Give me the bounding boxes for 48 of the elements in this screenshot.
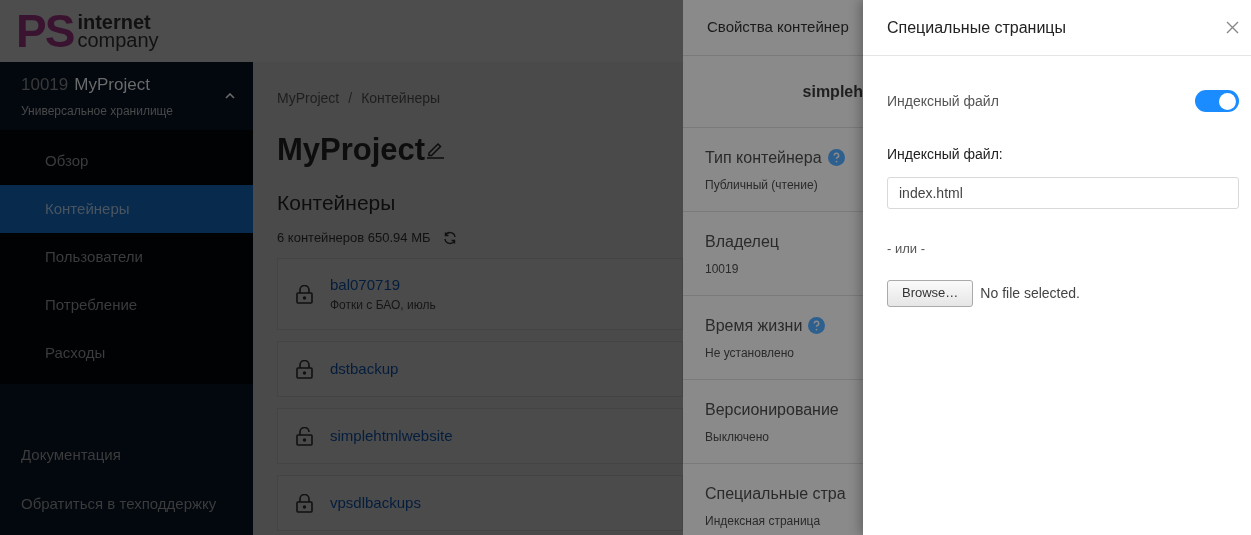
property-value: Индексная страница xyxy=(705,512,822,530)
project-name: MyProject xyxy=(74,74,150,97)
section-title: Контейнеры xyxy=(277,190,397,216)
container-card[interactable]: dstbackup xyxy=(277,341,683,397)
close-icon[interactable] xyxy=(1226,21,1239,34)
sidebar-link[interactable]: Документация xyxy=(0,431,253,480)
property-label: Владелец xyxy=(705,231,779,252)
breadcrumb-separator: / xyxy=(348,88,353,108)
panel-title: Специальные страницы xyxy=(887,17,1067,38)
field-label: Индексный файл: xyxy=(887,145,1004,164)
property-label: Версионирование xyxy=(705,399,839,420)
property-value: Не установлено xyxy=(705,344,795,362)
property-value: 10019 xyxy=(705,260,740,278)
property-label: Тип контейнера xyxy=(705,147,822,168)
index-file-field[interactable]: index.html xyxy=(887,177,1239,209)
container-card[interactable]: simplehtmlwebsite xyxy=(277,408,683,464)
logo-text: company xyxy=(77,31,159,49)
edit-icon[interactable] xyxy=(425,141,446,159)
container-link[interactable]: bal070719 xyxy=(330,273,436,297)
help-icon[interactable] xyxy=(808,317,826,334)
page-title: MyProject xyxy=(277,131,426,169)
sidebar-item[interactable]: Контейнеры xyxy=(0,185,253,233)
toggle-switch[interactable] xyxy=(1195,90,1239,112)
sidebar-item[interactable]: Обзор xyxy=(0,137,253,185)
panel-title: Свойства контейнер xyxy=(707,17,849,38)
sidebar-link[interactable]: Обратиться в техподдержку xyxy=(0,480,253,529)
project-type: Универсальное хранилище xyxy=(21,102,174,120)
logo-mark: PS xyxy=(16,8,74,54)
sidebar-item[interactable]: Потребление xyxy=(0,281,253,329)
container-link[interactable]: simplehtmlwebsite xyxy=(330,424,453,448)
sidebar-item[interactable]: Пользователи xyxy=(0,233,253,281)
toggle-label: Индексный файл xyxy=(887,91,999,111)
container-link[interactable]: vpsdlbackups xyxy=(330,491,421,515)
container-name: simpleh xyxy=(802,81,863,102)
browse-button[interactable]: Browse… xyxy=(887,279,974,307)
container-summary: 6 контейнеров 650.94 МБ xyxy=(277,229,431,248)
property-label: Время жизни xyxy=(705,315,803,336)
property-value: Выключено xyxy=(705,428,770,446)
property-label: Специальные стра xyxy=(705,483,846,504)
container-card[interactable]: vpsdlbackups xyxy=(277,475,683,531)
container-link[interactable]: dstbackup xyxy=(330,357,399,381)
refresh-icon[interactable] xyxy=(442,231,457,245)
logo-text: internet xyxy=(77,13,152,31)
property-value: Публичный (чтение) xyxy=(705,176,819,194)
sidebar-item[interactable]: Расходы xyxy=(0,329,253,377)
file-status: No file selected. xyxy=(980,283,1080,303)
separator-text: - или - xyxy=(887,240,926,258)
help-icon[interactable] xyxy=(827,149,845,166)
